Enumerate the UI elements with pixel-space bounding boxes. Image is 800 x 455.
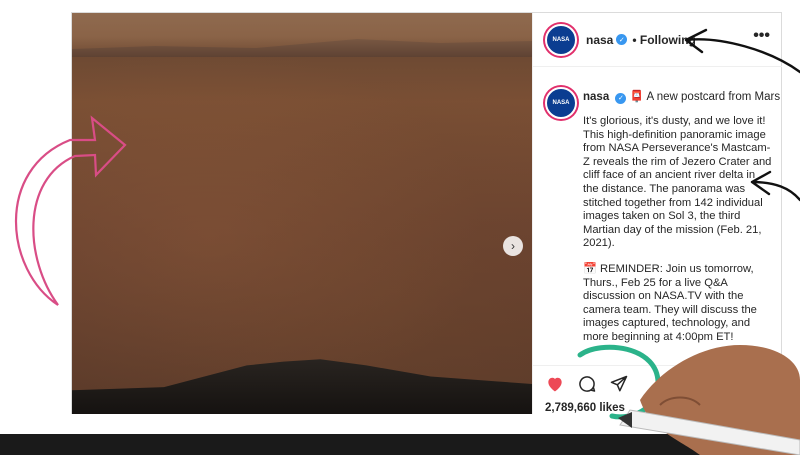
mars-panorama-image: ›	[72, 13, 532, 415]
bottom-paper-edge	[0, 414, 800, 434]
likes-count[interactable]: 2,789,660 likes	[545, 402, 625, 414]
caption-username[interactable]: nasa	[583, 91, 609, 103]
caption-headline: 📮 A new postcard from Mars	[629, 91, 781, 103]
verified-icon: ✓	[616, 34, 628, 45]
post-header: NASA nasa ✓ • Following •••	[533, 13, 782, 67]
horizon	[72, 39, 532, 57]
username[interactable]: nasa	[586, 33, 613, 47]
bottom-dark-band	[0, 434, 800, 455]
instagram-post: › NASA nasa ✓ • Following ••• NASA nasa …	[71, 12, 782, 416]
following-button[interactable]: • Following	[632, 33, 696, 47]
more-icon[interactable]: •••	[753, 27, 770, 45]
avatar[interactable]: NASA	[545, 23, 577, 56]
rover-deck	[72, 359, 532, 415]
caption-paragraph: It's glorious, it's dusty, and we love i…	[583, 115, 772, 250]
caption-text: It's glorious, it's dusty, and we love i…	[583, 115, 773, 357]
caption-avatar[interactable]: NASA	[545, 87, 577, 119]
post-sidebar: NASA nasa ✓ • Following ••• NASA nasa ✓ …	[532, 13, 782, 416]
caption-header: nasa ✓ 📮 A new postcard from Mars	[583, 89, 780, 104]
heart-icon[interactable]	[543, 372, 567, 396]
next-image-button[interactable]: ›	[503, 236, 523, 256]
action-bar: 2,789,660 likes	[533, 365, 782, 416]
comment-icon[interactable]	[575, 372, 599, 396]
chevron-right-icon: ›	[511, 239, 515, 253]
verified-icon: ✓	[615, 92, 627, 104]
share-icon[interactable]	[607, 372, 631, 396]
caption-paragraph: 📅 REMINDER: Join us tomorrow, Thurs., Fe…	[583, 262, 757, 343]
